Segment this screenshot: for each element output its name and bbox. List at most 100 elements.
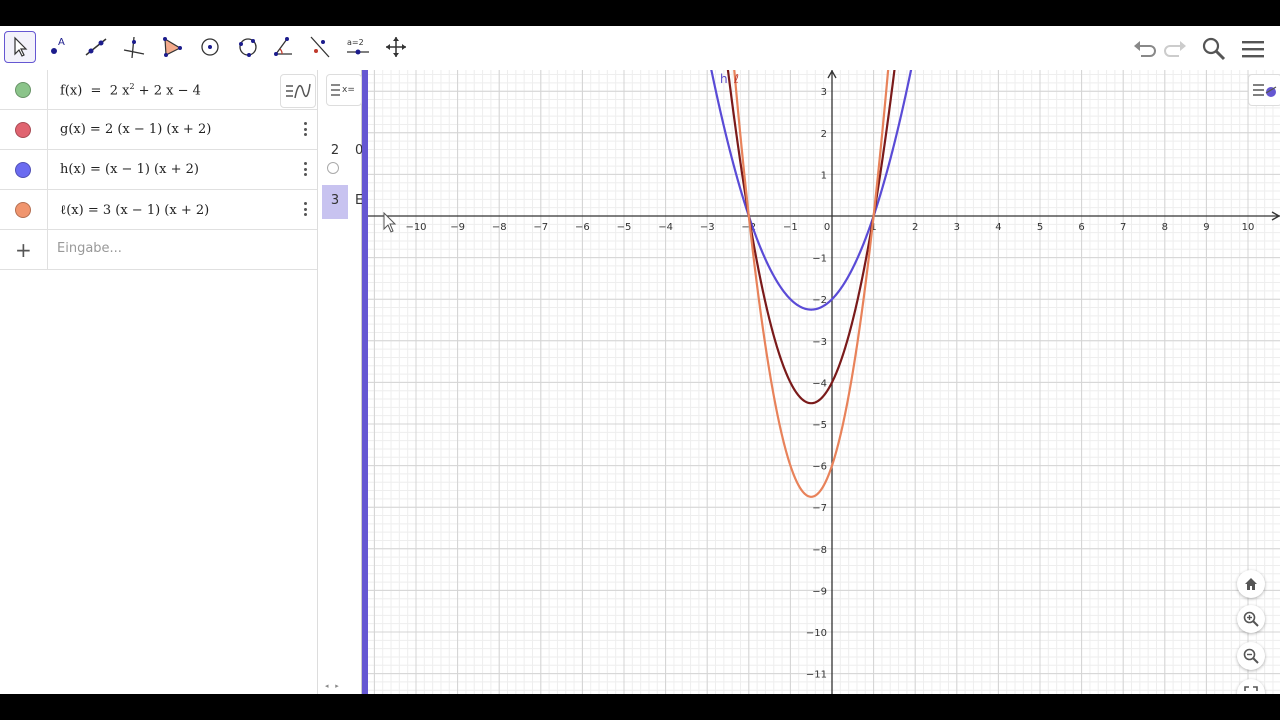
- undo-button[interactable]: [1129, 34, 1159, 64]
- visibility-toggle-h[interactable]: [15, 162, 31, 178]
- algebra-row-l[interactable]: ℓ(x) = 3 (x − 1) (x + 2): [0, 190, 317, 230]
- list-icon: [331, 84, 340, 96]
- main-menu-button[interactable]: [1238, 34, 1268, 64]
- x-tick-label: −4: [658, 222, 673, 233]
- y-tick-label: −10: [806, 628, 827, 639]
- x-tick-label: −9: [450, 222, 465, 233]
- x-tick-label: −8: [492, 222, 507, 233]
- circle-three-points-tool[interactable]: [232, 31, 264, 63]
- redo-button[interactable]: [1161, 34, 1191, 64]
- home-button[interactable]: [1237, 570, 1265, 598]
- angle-tool[interactable]: [268, 31, 300, 63]
- row-separator: [47, 150, 48, 190]
- move-graphics-view-tool[interactable]: [380, 31, 412, 63]
- toolbar: A a=2: [0, 26, 1280, 70]
- x-tick-label: 5: [1037, 222, 1043, 233]
- more-options-icon[interactable]: [300, 159, 310, 179]
- row-separator: [47, 190, 48, 230]
- y-tick-label: −5: [812, 420, 827, 431]
- x-tick-label: 0: [824, 222, 830, 233]
- reflect-line-icon: [310, 36, 330, 58]
- undo-icon: [1134, 41, 1156, 57]
- more-options-icon[interactable]: [300, 199, 310, 219]
- algebra-toggle-icon: [286, 83, 311, 99]
- function-f-expression[interactable]: f(x) = 2 x2 + 2 x − 4: [60, 82, 201, 98]
- polygon-tool[interactable]: [156, 31, 188, 63]
- slider-icon: a=2: [347, 38, 369, 55]
- coordinate-plot[interactable]: −10 −9 −8 −7 −6 −5 −4 −3 −2 −1 0 1 2 3 4 5 6 7 8 9 10321−1−2…: [368, 70, 1280, 694]
- circle-center-point-tool[interactable]: [194, 31, 226, 63]
- y-tick-label: −8: [812, 545, 827, 556]
- algebra-row-g[interactable]: g(x) = 2 (x − 1) (x + 2): [0, 110, 317, 150]
- search-button[interactable]: [1199, 34, 1229, 64]
- slider-tool[interactable]: a=2: [342, 31, 374, 63]
- x-tick-label: 8: [1162, 222, 1168, 233]
- zoom-out-button[interactable]: [1237, 642, 1265, 670]
- cursor-arrow-icon: [14, 36, 28, 57]
- curve-label-ℓ: ℓ: [733, 72, 739, 86]
- curve-f[interactable]: [723, 70, 899, 405]
- search-icon: [1202, 37, 1226, 61]
- y-tick-label: 3: [821, 87, 827, 98]
- y-tick-label: −11: [806, 670, 827, 681]
- algebra-input-field[interactable]: Eingabe...: [57, 241, 122, 256]
- graphics-view[interactable]: −10 −9 −8 −7 −6 −5 −4 −3 −2 −1 0 1 2 3 4 5 6 7 8 9 10 3 2 1 −1 −2…: [368, 70, 1280, 694]
- plus-icon[interactable]: +: [15, 238, 32, 262]
- x-tick-label: 2: [912, 222, 918, 233]
- circle-three-points-icon: [239, 38, 257, 57]
- x-tick-label: −10: [405, 222, 426, 233]
- y-tick-label: −1: [812, 254, 827, 265]
- svg-text:A: A: [58, 37, 65, 48]
- row-number: 3: [330, 193, 340, 208]
- redo-icon: [1164, 41, 1186, 57]
- menu-icon: [1242, 41, 1264, 58]
- y-tick-label: −9: [812, 586, 827, 597]
- line-tool[interactable]: [80, 31, 112, 63]
- spreadsheet-toggle-label: x=: [342, 85, 355, 95]
- visibility-toggle-f[interactable]: [15, 82, 31, 98]
- point-icon: A: [51, 37, 65, 54]
- mouse-pointer-icon: [383, 212, 397, 233]
- move-arrows-icon: [386, 37, 406, 57]
- algebra-input-row[interactable]: + Eingabe...: [0, 230, 317, 270]
- x-tick-label: −3: [700, 222, 715, 233]
- algebra-row-f[interactable]: f(x) = 2 x2 + 2 x − 4: [0, 70, 317, 110]
- y-tick-label: −6: [812, 462, 827, 473]
- x-tick-label: −5: [617, 222, 632, 233]
- angle-icon: [274, 37, 292, 56]
- algebra-description-toggle[interactable]: [280, 74, 316, 108]
- x-tick-label: 3: [954, 222, 960, 233]
- more-options-icon[interactable]: [300, 119, 310, 139]
- y-tick-label: −3: [812, 337, 827, 348]
- curve-h[interactable]: [703, 70, 918, 311]
- visibility-toggle-l[interactable]: [15, 202, 31, 218]
- x-tick-label: 9: [1203, 222, 1209, 233]
- move-tool[interactable]: [4, 31, 36, 63]
- x-tick-label: −7: [533, 222, 548, 233]
- row-separator: [47, 230, 48, 270]
- spreadsheet-view: x= 2 0 3 E ◂ ▸: [322, 70, 363, 694]
- perpendicular-line-tool[interactable]: [118, 31, 150, 63]
- line-icon: [85, 38, 107, 56]
- algebra-row-h[interactable]: h(x) = (x − 1) (x + 2): [0, 150, 317, 190]
- row-separator: [47, 70, 48, 110]
- radio-button[interactable]: [327, 162, 339, 174]
- style-bar-toggle[interactable]: [1248, 74, 1280, 106]
- point-tool[interactable]: A: [42, 31, 74, 63]
- zoom-in-button[interactable]: [1237, 605, 1265, 633]
- zoom-out-icon: [1243, 648, 1259, 664]
- x-tick-label: 7: [1120, 222, 1126, 233]
- function-g-expression[interactable]: g(x) = 2 (x − 1) (x + 2): [60, 122, 211, 137]
- visibility-toggle-g[interactable]: [15, 122, 31, 138]
- horizontal-scroll-arrows[interactable]: ◂ ▸: [325, 682, 359, 692]
- function-l-expression[interactable]: ℓ(x) = 3 (x − 1) (x + 2): [60, 202, 209, 218]
- function-h-expression[interactable]: h(x) = (x − 1) (x + 2): [60, 162, 199, 177]
- reflect-tool[interactable]: [304, 31, 336, 63]
- x-tick-label: 4: [995, 222, 1001, 233]
- spreadsheet-toggle[interactable]: x=: [326, 74, 362, 106]
- polygon-icon: [163, 37, 182, 57]
- perpendicular-line-icon: [123, 36, 145, 59]
- slider-tool-label: a=2: [347, 38, 364, 47]
- y-tick-label: 2: [821, 129, 827, 140]
- curve-label-h: h: [720, 72, 728, 86]
